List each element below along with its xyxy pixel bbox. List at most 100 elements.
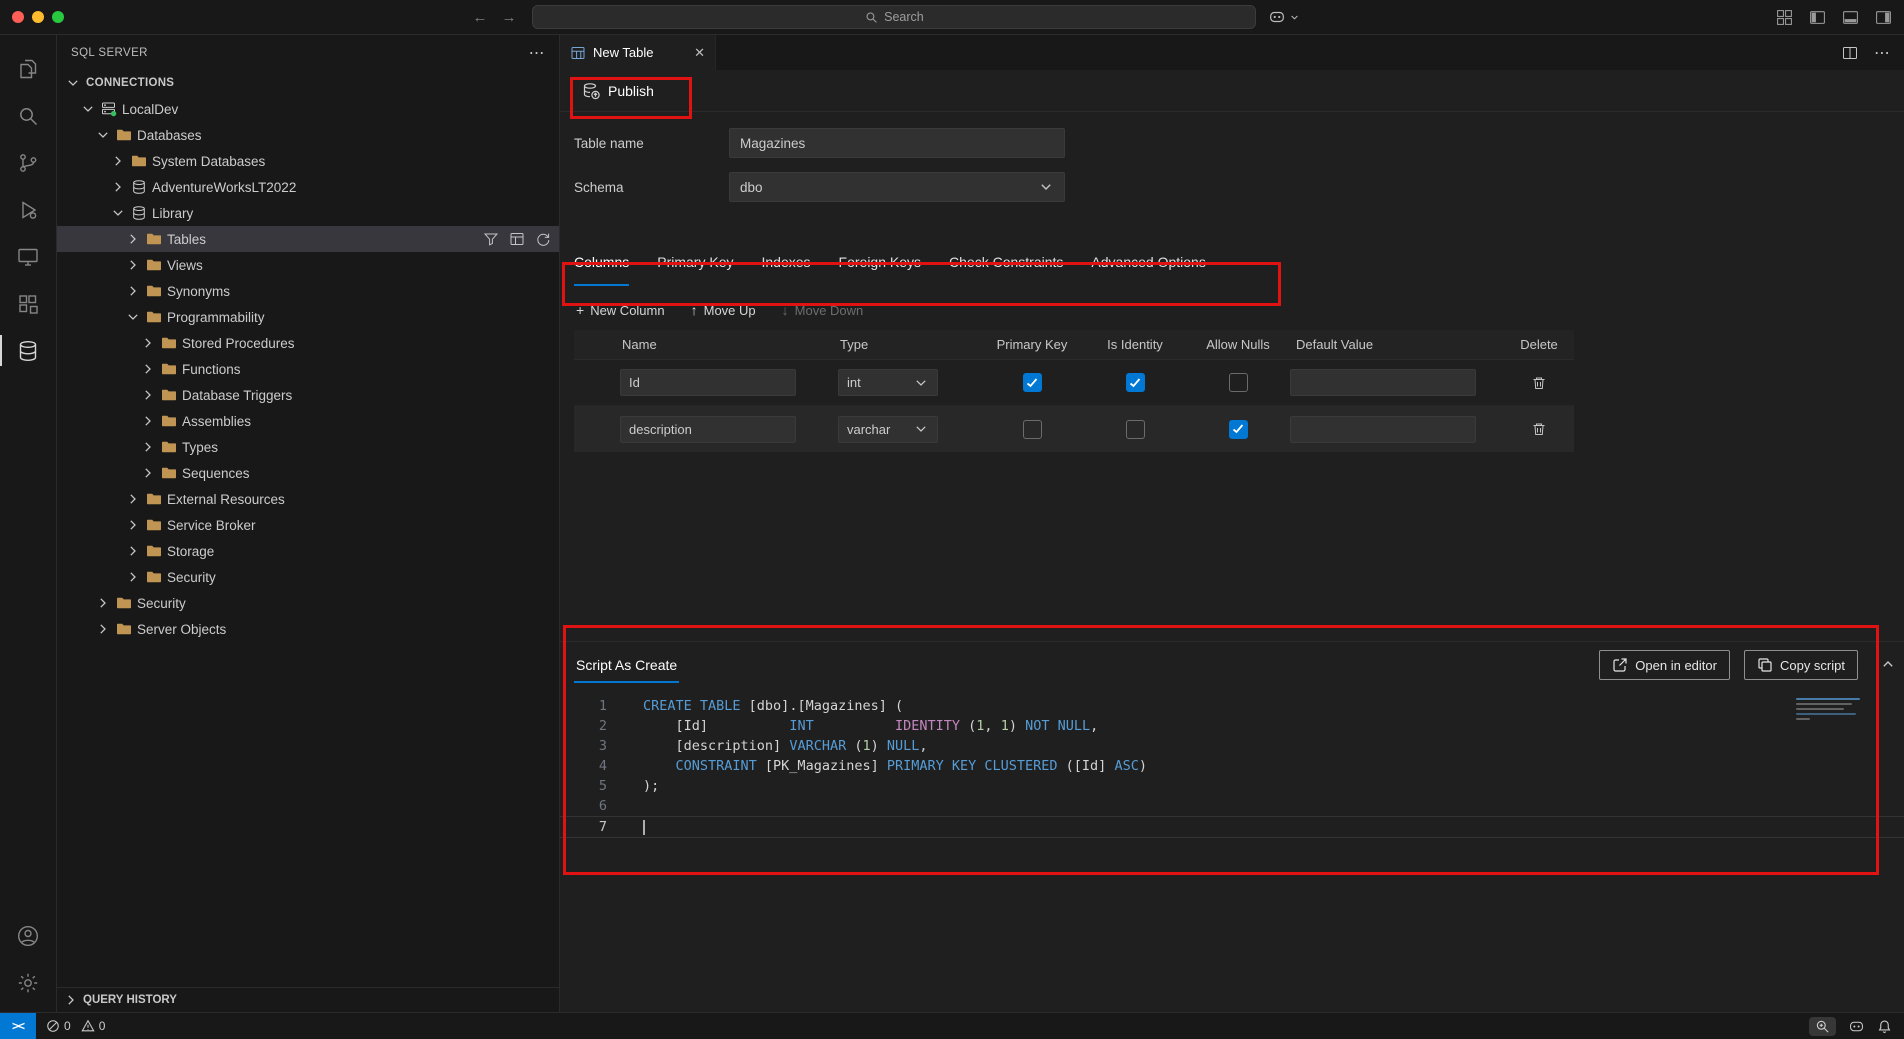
publish-button[interactable]: Publish bbox=[574, 77, 662, 105]
is-identity-checkbox[interactable] bbox=[1126, 373, 1145, 392]
script-code-editor[interactable]: 1CREATE TABLE [dbo].[Magazines] (2 [Id] … bbox=[560, 688, 1904, 838]
tab-advanced-options[interactable]: Advanced Options bbox=[1091, 248, 1205, 286]
chevron-down-icon[interactable] bbox=[110, 205, 126, 221]
default-value-input[interactable] bbox=[1290, 369, 1476, 396]
chevron-right-icon[interactable] bbox=[140, 465, 156, 481]
column-name-input[interactable] bbox=[620, 369, 796, 396]
refresh-icon[interactable] bbox=[535, 231, 551, 247]
extensions-icon[interactable] bbox=[0, 280, 57, 327]
sidebar-more-actions-icon[interactable]: ⋯ bbox=[529, 43, 545, 63]
tree-item-tables[interactable]: Tables bbox=[57, 226, 559, 252]
query-history-section[interactable]: QUERY HISTORY bbox=[57, 987, 559, 1012]
navigate-forward-icon[interactable]: → bbox=[501, 9, 516, 26]
chevron-right-icon[interactable] bbox=[125, 491, 141, 507]
problems-status[interactable]: 0 0 bbox=[36, 1019, 115, 1033]
primary-key-checkbox[interactable] bbox=[1023, 373, 1042, 392]
tree-item-security[interactable]: Security bbox=[57, 564, 559, 590]
delete-column-trash-icon[interactable] bbox=[1504, 375, 1574, 391]
chevron-right-icon[interactable] bbox=[140, 335, 156, 351]
open-in-editor-button[interactable]: Open in editor bbox=[1599, 650, 1730, 680]
tree-item-synonyms[interactable]: Synonyms bbox=[57, 278, 559, 304]
tree-item-stored-procedures[interactable]: Stored Procedures bbox=[57, 330, 559, 356]
close-tab-icon[interactable]: ✕ bbox=[694, 45, 705, 61]
maximize-window-button[interactable] bbox=[52, 11, 64, 23]
explorer-icon[interactable] bbox=[0, 45, 57, 92]
tree-item-system-databases[interactable]: System Databases bbox=[57, 148, 559, 174]
chevron-down-icon[interactable] bbox=[95, 127, 111, 143]
split-editor-icon[interactable] bbox=[1842, 45, 1858, 61]
tab-indexes[interactable]: Indexes bbox=[761, 248, 810, 286]
chevron-right-icon[interactable] bbox=[125, 543, 141, 559]
column-type-select[interactable]: int bbox=[838, 369, 938, 396]
tab-check-constraints[interactable]: Check Constraints bbox=[949, 248, 1063, 286]
chevron-right-icon[interactable] bbox=[110, 153, 126, 169]
primary-key-checkbox[interactable] bbox=[1023, 420, 1042, 439]
tree-item-storage[interactable]: Storage bbox=[57, 538, 559, 564]
tree-item-types[interactable]: Types bbox=[57, 434, 559, 460]
chevron-right-icon[interactable] bbox=[125, 283, 141, 299]
code-line-4[interactable]: 4 CONSTRAINT [PK_Magazines] PRIMARY KEY … bbox=[560, 756, 1904, 776]
tree-item-databases[interactable]: Databases bbox=[57, 122, 559, 148]
delete-column-trash-icon[interactable] bbox=[1504, 421, 1574, 437]
source-control-icon[interactable] bbox=[0, 139, 57, 186]
copilot-status-icon[interactable] bbox=[1848, 1018, 1865, 1035]
move-down-button[interactable]: ↓ Move Down bbox=[782, 302, 864, 318]
chevron-down-icon[interactable] bbox=[80, 101, 96, 117]
chevron-right-icon[interactable] bbox=[125, 569, 141, 585]
column-type-select[interactable]: varchar bbox=[838, 416, 938, 443]
search-sidebar-icon[interactable] bbox=[0, 92, 57, 139]
copy-script-button[interactable]: Copy script bbox=[1744, 650, 1858, 680]
copilot-menu-button[interactable] bbox=[1268, 8, 1300, 26]
tree-item-library[interactable]: Library bbox=[57, 200, 559, 226]
filter-icon[interactable] bbox=[483, 231, 499, 247]
allow-nulls-checkbox[interactable] bbox=[1229, 373, 1248, 392]
chevron-right-icon[interactable] bbox=[95, 621, 111, 637]
chevron-right-icon[interactable] bbox=[140, 439, 156, 455]
chevron-right-icon[interactable] bbox=[140, 361, 156, 377]
remote-explorer-icon[interactable] bbox=[0, 233, 57, 280]
toggle-secondary-sidebar-icon[interactable] bbox=[1875, 9, 1892, 26]
minimize-window-button[interactable] bbox=[32, 11, 44, 23]
tab-columns[interactable]: Columns bbox=[574, 248, 629, 286]
customize-layout-icon[interactable] bbox=[1776, 9, 1793, 26]
code-line-7[interactable]: 7 bbox=[560, 816, 1904, 838]
move-up-button[interactable]: ↑ Move Up bbox=[691, 302, 756, 318]
accounts-icon[interactable] bbox=[0, 912, 57, 959]
tab-primary-key[interactable]: Primary Key bbox=[657, 248, 733, 286]
notifications-bell-icon[interactable] bbox=[1877, 1019, 1892, 1034]
code-line-1[interactable]: 1CREATE TABLE [dbo].[Magazines] ( bbox=[560, 696, 1904, 716]
close-window-button[interactable] bbox=[12, 11, 24, 23]
code-line-5[interactable]: 5); bbox=[560, 776, 1904, 796]
tree-item-external-resources[interactable]: External Resources bbox=[57, 486, 559, 512]
chevron-right-icon[interactable] bbox=[125, 231, 141, 247]
remote-indicator[interactable]: >< bbox=[0, 1013, 36, 1039]
chevron-down-icon[interactable] bbox=[125, 309, 141, 325]
chevron-right-icon[interactable] bbox=[125, 517, 141, 533]
run-debug-icon[interactable] bbox=[0, 186, 57, 233]
tree-item-functions[interactable]: Functions bbox=[57, 356, 559, 382]
default-value-input[interactable] bbox=[1290, 416, 1476, 443]
settings-gear-icon[interactable] bbox=[0, 959, 57, 1006]
tab-script-as-create[interactable]: Script As Create bbox=[574, 647, 679, 683]
table-icon[interactable] bbox=[509, 231, 525, 247]
code-line-2[interactable]: 2 [Id] INT IDENTITY (1, 1) NOT NULL, bbox=[560, 716, 1904, 736]
code-line-6[interactable]: 6 bbox=[560, 796, 1904, 816]
chevron-right-icon[interactable] bbox=[140, 413, 156, 429]
tree-item-views[interactable]: Views bbox=[57, 252, 559, 278]
navigate-back-icon[interactable]: ← bbox=[472, 9, 487, 26]
tree-item-programmability[interactable]: Programmability bbox=[57, 304, 559, 330]
new-column-button[interactable]: + New Column bbox=[576, 302, 665, 318]
tree-item-database-triggers[interactable]: Database Triggers bbox=[57, 382, 559, 408]
toggle-panel-icon[interactable] bbox=[1842, 9, 1859, 26]
allow-nulls-checkbox[interactable] bbox=[1229, 420, 1248, 439]
command-center-search[interactable]: Search bbox=[532, 5, 1256, 29]
tab-new-table[interactable]: New Table ✕ bbox=[560, 35, 716, 70]
editor-more-actions-icon[interactable]: ⋯ bbox=[1874, 43, 1890, 63]
tree-item-security[interactable]: Security bbox=[57, 590, 559, 616]
zoom-status-button[interactable] bbox=[1809, 1017, 1836, 1036]
tree-item-localdev[interactable]: LocalDev bbox=[57, 96, 559, 122]
collapse-panel-icon[interactable] bbox=[1880, 656, 1896, 672]
table-name-input[interactable] bbox=[729, 128, 1065, 158]
tree-item-service-broker[interactable]: Service Broker bbox=[57, 512, 559, 538]
chevron-right-icon[interactable] bbox=[125, 257, 141, 273]
